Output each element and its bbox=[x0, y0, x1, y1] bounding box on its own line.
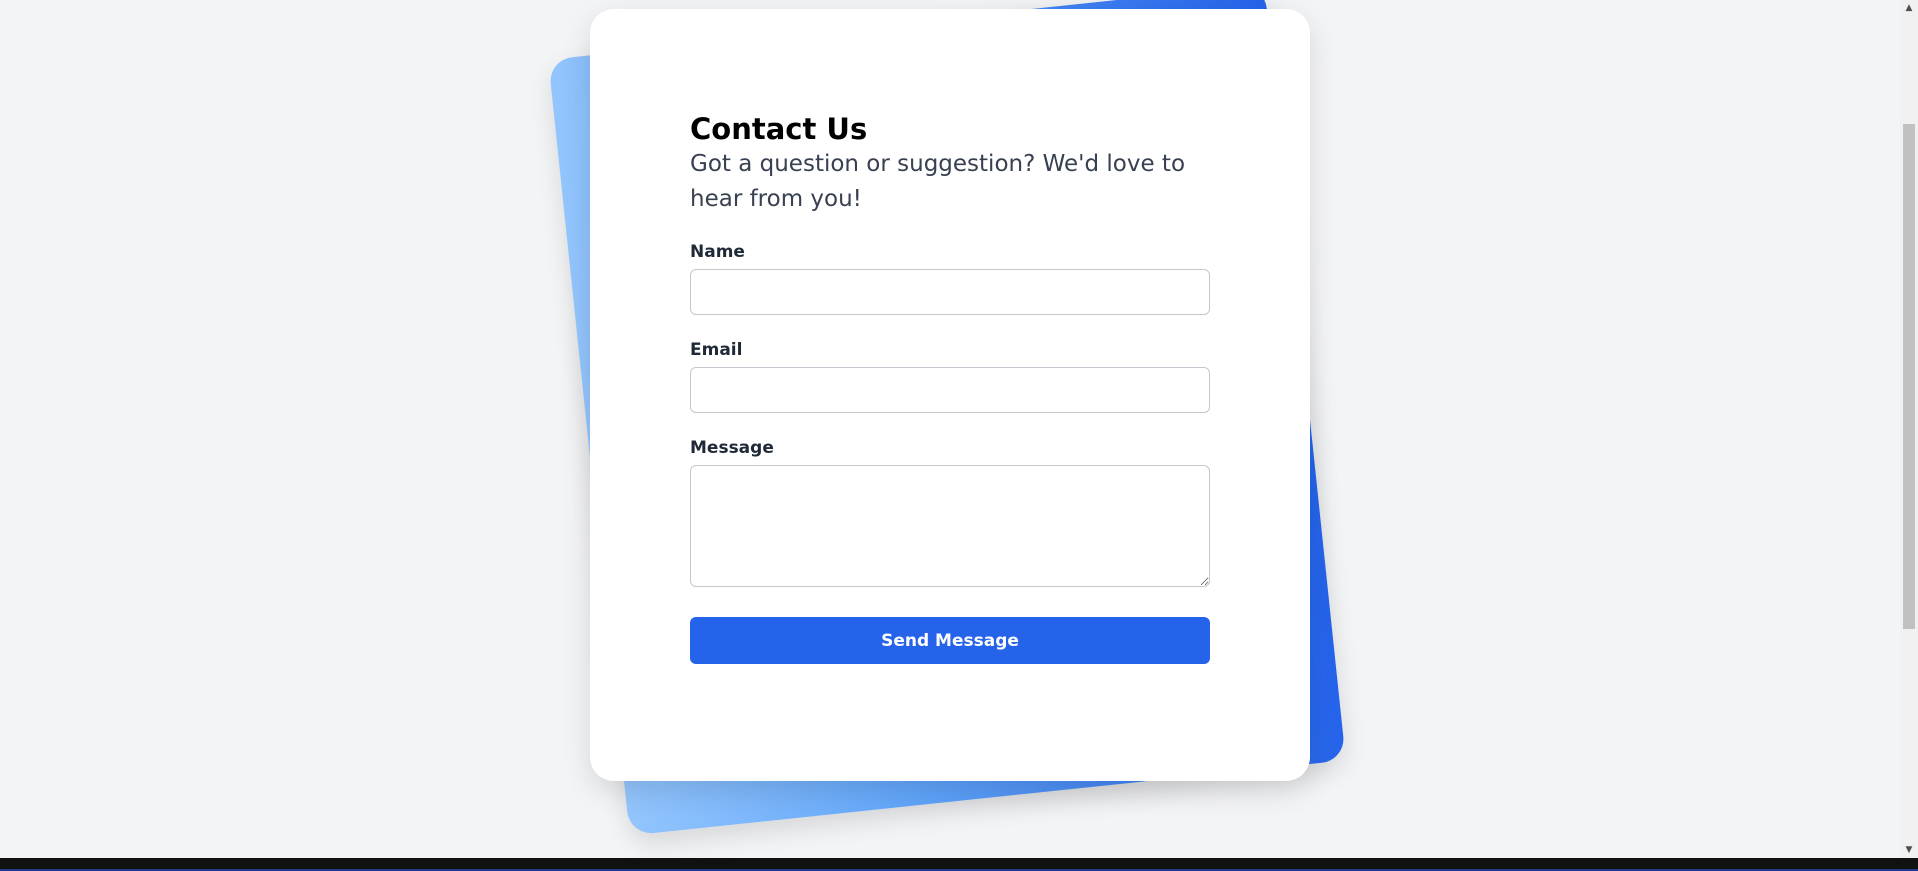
contact-card: Contact Us Got a question or suggestion?… bbox=[590, 9, 1310, 781]
page-subtitle: Got a question or suggestion? We'd love … bbox=[690, 151, 1186, 212]
name-field-group: Name bbox=[690, 241, 1210, 315]
contact-form: Contact Us Got a question or suggestion?… bbox=[690, 111, 1210, 664]
message-field-group: Message bbox=[690, 437, 1210, 587]
scroll-thumb[interactable] bbox=[1903, 124, 1915, 629]
bottom-bar bbox=[0, 858, 1918, 871]
vertical-scrollbar[interactable]: ▲ ▼ bbox=[1900, 0, 1918, 858]
name-input[interactable] bbox=[690, 269, 1210, 315]
message-label: Message bbox=[690, 438, 774, 458]
email-input[interactable] bbox=[690, 367, 1210, 413]
email-label: Email bbox=[690, 340, 743, 360]
page-title: Contact Us bbox=[690, 112, 868, 146]
message-textarea[interactable] bbox=[690, 465, 1210, 587]
name-label: Name bbox=[690, 242, 745, 262]
send-message-button[interactable]: Send Message bbox=[690, 617, 1210, 664]
page: Contact Us Got a question or suggestion?… bbox=[0, 0, 1918, 871]
scroll-down-arrow-icon[interactable]: ▼ bbox=[1900, 842, 1918, 858]
email-field-group: Email bbox=[690, 339, 1210, 413]
scroll-up-arrow-icon[interactable]: ▲ bbox=[1900, 0, 1918, 16]
